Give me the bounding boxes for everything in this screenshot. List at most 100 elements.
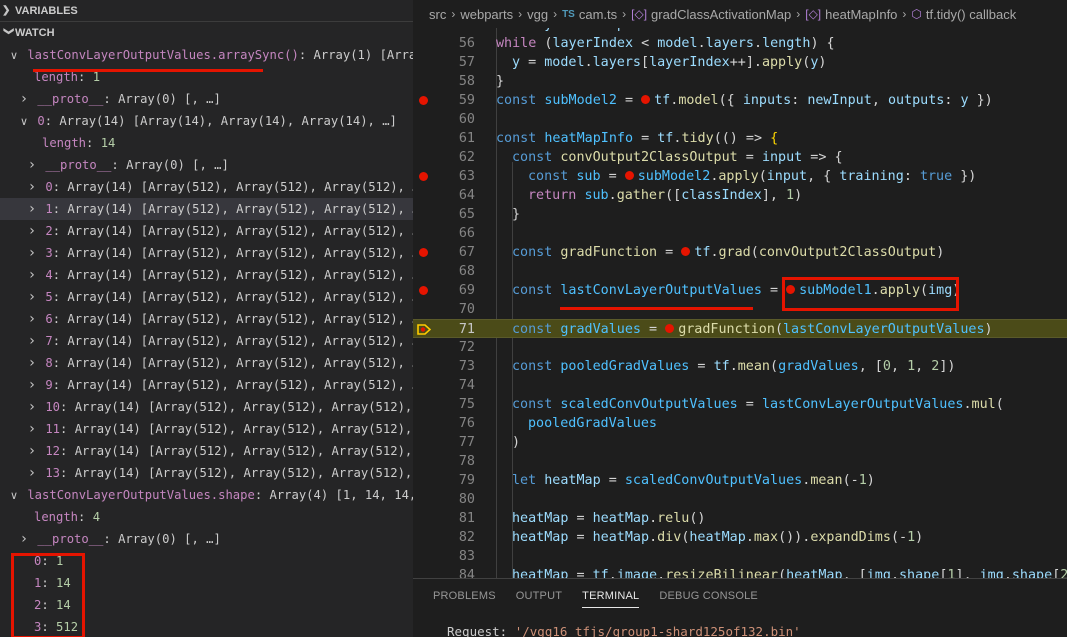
watch-tree-row[interactable]: length: 4	[0, 506, 413, 528]
watch-tree-row[interactable]: › 5: Array(14) [Array(512), Array(512), …	[0, 286, 413, 308]
code-line[interactable]: 68	[413, 262, 1067, 281]
code-token: <	[633, 36, 658, 51]
watch-tree-row[interactable]: length: 14	[0, 132, 413, 154]
chevron-right-icon[interactable]: ›	[18, 528, 30, 550]
chevron-down-icon[interactable]: ∨	[18, 111, 30, 132]
tab-problems[interactable]: PROBLEMS	[433, 579, 496, 614]
breadcrumb-item[interactable]: webparts	[460, 7, 513, 22]
watch-tree-row[interactable]: › 0: Array(14) [Array(512), Array(512), …	[0, 176, 413, 198]
breakpoint-icon[interactable]	[419, 286, 428, 295]
watch-tree-row[interactable]: › 12: Array(14) [Array(512), Array(512),…	[0, 440, 413, 462]
code-line[interactable]: 75 const scaledConvOutputValues = lastCon…	[413, 395, 1067, 414]
watch-tree-row[interactable]: › 8: Array(14) [Array(512), Array(512), …	[0, 352, 413, 374]
watch-tree-row[interactable]: › 4: Array(14) [Array(512), Array(512), …	[0, 264, 413, 286]
chevron-right-icon[interactable]: ›	[26, 286, 38, 308]
chevron-right-icon[interactable]: ›	[26, 308, 38, 330]
breadcrumb-item[interactable]: src	[429, 7, 446, 22]
code-line[interactable]: 64 return sub.gather([classIndex], 1)	[413, 186, 1067, 205]
watch-tree-row[interactable]: › 10: Array(14) [Array(512), Array(512),…	[0, 396, 413, 418]
chevron-right-icon[interactable]: ›	[26, 462, 38, 484]
chevron-right-icon[interactable]: ›	[26, 242, 38, 264]
breadcrumb-item[interactable]: heatMapInfo	[825, 7, 897, 22]
chevron-right-icon[interactable]: ›	[26, 440, 38, 462]
chevron-right-icon[interactable]: ›	[26, 198, 38, 220]
watch-key: 3	[45, 246, 53, 260]
code-line[interactable]: 62 const convOutput2ClassOutput = input =…	[413, 148, 1067, 167]
code-line[interactable]: 80	[413, 490, 1067, 509]
breadcrumb-item[interactable]: vgg	[527, 7, 548, 22]
breadcrumb-item[interactable]: tf.tidy() callback	[926, 7, 1016, 22]
watch-tree-row[interactable]: › 9: Array(14) [Array(512), Array(512), …	[0, 374, 413, 396]
tab-debug-console[interactable]: DEBUG CONSOLE	[659, 579, 758, 614]
watch-tree-row[interactable]: › 13: Array(14) [Array(512), Array(512),…	[0, 462, 413, 484]
chevron-right-icon[interactable]: ›	[26, 418, 38, 440]
chevron-right-icon[interactable]: ›	[26, 352, 38, 374]
code-text: let heatMap = scaledConvOutputValues.mea…	[512, 471, 875, 490]
code-line[interactable]: 74	[413, 376, 1067, 395]
code-line[interactable]: 83	[413, 547, 1067, 566]
breadcrumb-item[interactable]: cam.ts	[579, 7, 617, 22]
code-line[interactable]: 59 const subModel2 = tf.model({ inputs: n…	[413, 91, 1067, 110]
chevron-down-icon[interactable]: ∨	[8, 45, 20, 66]
breakpoint-icon[interactable]	[419, 96, 428, 105]
code-line[interactable]: 77)	[413, 433, 1067, 452]
variables-section-header[interactable]: ❯ VARIABLES	[0, 0, 413, 22]
code-line[interactable]: 82 heatMap = heatMap.div(heatMap.max()).e…	[413, 528, 1067, 547]
chevron-right-icon[interactable]: ›	[26, 330, 38, 352]
watch-tree-row[interactable]: › 6: Array(14) [Array(512), Array(512), …	[0, 308, 413, 330]
chevron-right-icon[interactable]: ›	[26, 154, 38, 176]
code-line[interactable]: 79 let heatMap = scaledConvOutputValues.m…	[413, 471, 1067, 490]
chevron-right-icon[interactable]: ›	[26, 220, 38, 242]
code-token: }	[496, 74, 505, 89]
code-line[interactable]: 67 const gradFunction = tf.grad(convOutpu…	[413, 243, 1067, 262]
code-line[interactable]: 73 const pooledGradValues = tf.mean(gradV…	[413, 357, 1067, 376]
watch-tree-row[interactable]: › __proto__: Array(0) [, …]	[0, 528, 413, 550]
chevron-right-icon[interactable]: ›	[26, 264, 38, 286]
chevron-right-icon[interactable]: ›	[26, 396, 38, 418]
code-line[interactable]: 72	[413, 338, 1067, 357]
code-line[interactable]: 69 const lastConvLayerOutputValues = subM…	[413, 281, 1067, 300]
code-line[interactable]: 78	[413, 452, 1067, 471]
breadcrumb-item[interactable]: gradClassActivationMap	[651, 7, 791, 22]
watch-tree-row[interactable]: › __proto__: Array(0) [, …]	[0, 154, 413, 176]
inline-breakpoint-icon[interactable]	[665, 324, 675, 333]
code-text: heatMap = heatMap.div(heatMap.max()).exp…	[512, 528, 923, 547]
watch-tree-row[interactable]: › __proto__: Array(0) [, …]	[0, 88, 413, 110]
chevron-right-icon[interactable]: ›	[26, 374, 38, 396]
code-line[interactable]: 66	[413, 224, 1067, 243]
tab-output[interactable]: OUTPUT	[516, 579, 562, 614]
current-execution-line[interactable]: 71 const gradValues = gradFunction(lastCo…	[413, 319, 1067, 338]
terminal-output-line[interactable]: Request: '/vgg16_tfjs/group1-shard125of1…	[447, 624, 801, 637]
breakpoint-icon[interactable]	[419, 172, 428, 181]
chevron-right-icon[interactable]: ›	[26, 176, 38, 198]
code-line[interactable]: 61 const heatMapInfo = tf.tidy(() => {	[413, 129, 1067, 148]
code-line[interactable]: 76 pooledGradValues	[413, 414, 1067, 433]
watch-section-header[interactable]: ❯ WATCH	[0, 22, 413, 44]
inline-breakpoint-icon[interactable]	[624, 171, 634, 180]
watch-tree-row[interactable]: ∨ lastConvLayerOutputValues.arraySync():…	[0, 44, 413, 66]
code-line[interactable]: 60	[413, 110, 1067, 129]
watch-tree-row[interactable]: › 1: Array(14) [Array(512), Array(512), …	[0, 198, 413, 220]
watch-tree-row[interactable]: › 2: Array(14) [Array(512), Array(512), …	[0, 220, 413, 242]
tab-terminal[interactable]: TERMINAL	[582, 579, 640, 614]
watch-tree-row[interactable]: ∨ lastConvLayerOutputValues.shape: Array…	[0, 484, 413, 506]
watch-tree-row[interactable]: › 7: Array(14) [Array(512), Array(512), …	[0, 330, 413, 352]
chevron-right-icon[interactable]: ›	[18, 88, 30, 110]
breakpoint-icon[interactable]	[419, 248, 428, 257]
inline-breakpoint-icon[interactable]	[681, 247, 691, 256]
code-editor[interactable]: 55 let y = newInput56while (layerIndex <…	[413, 22, 1067, 578]
watch-tree-row[interactable]: ∨ 0: Array(14) [Array(14), Array(14), Ar…	[0, 110, 413, 132]
code-line[interactable]: 58}	[413, 72, 1067, 91]
code-token: length	[762, 36, 811, 51]
watch-tree-row[interactable]: › 3: Array(14) [Array(512), Array(512), …	[0, 242, 413, 264]
watch-tree-row[interactable]: › 11: Array(14) [Array(512), Array(512),…	[0, 418, 413, 440]
code-line[interactable]: 65}	[413, 205, 1067, 224]
chevron-down-icon[interactable]: ∨	[8, 485, 20, 506]
code-line[interactable]: 56 while (layerIndex < model.layers.lengt…	[413, 34, 1067, 53]
code-text: )	[512, 433, 520, 452]
code-line[interactable]: 81 heatMap = heatMap.relu()	[413, 509, 1067, 528]
code-line[interactable]: 57 y = model.layers[layerIndex++].apply(y…	[413, 53, 1067, 72]
code-line[interactable]: 84 heatMap = tf.image.resizeBilinear(heat…	[413, 566, 1067, 578]
inline-breakpoint-icon[interactable]	[641, 95, 651, 104]
code-line[interactable]: 63 const sub = subModel2.apply(input, { t…	[413, 167, 1067, 186]
